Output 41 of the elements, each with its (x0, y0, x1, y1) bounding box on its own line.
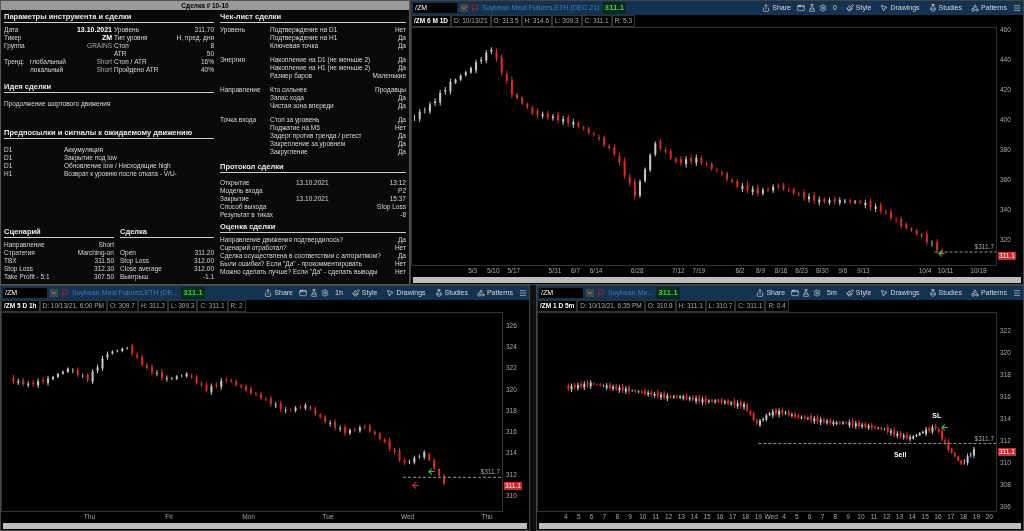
window-icon[interactable] (791, 289, 800, 297)
scrollbar[interactable] (3, 523, 527, 529)
arrow-icon (410, 480, 420, 490)
dropdown-icon[interactable] (50, 289, 58, 297)
flask-icon[interactable] (807, 4, 816, 12)
toolbar-icon (928, 4, 937, 12)
dropdown-icon[interactable] (460, 4, 468, 12)
scrollbar[interactable] (413, 277, 1021, 283)
settings-icon[interactable] (813, 289, 822, 297)
window-icon[interactable] (299, 289, 307, 297)
toolbar-icon (845, 289, 854, 297)
menu-icon[interactable] (1013, 289, 1021, 297)
toolbar-icon (351, 289, 360, 297)
toolbar-icon (476, 289, 485, 297)
toolbar-icon (845, 4, 854, 12)
scrollbar[interactable] (539, 523, 1021, 529)
last-price: 311.1 (602, 2, 627, 14)
toolbar-icon (880, 289, 889, 297)
toolbar-icon (434, 289, 443, 297)
arrow-icon (939, 423, 949, 433)
arrow-icon (936, 248, 946, 258)
settings-icon[interactable] (818, 4, 827, 12)
arrow-icon (426, 466, 436, 476)
settings-icon[interactable] (321, 289, 329, 297)
flask-icon[interactable] (802, 289, 811, 297)
toolbar-icon (970, 4, 979, 12)
toolbar-icon (756, 289, 765, 297)
dropdown-icon[interactable] (586, 289, 594, 297)
flask-icon[interactable] (310, 289, 318, 297)
toolbar-icon (970, 289, 979, 297)
menu-icon[interactable] (1013, 4, 1021, 12)
toolbar-icon (880, 4, 889, 12)
toolbar-icon (762, 4, 771, 12)
menu-icon[interactable] (519, 289, 527, 297)
toolbar-icon (264, 289, 273, 297)
window-icon[interactable] (796, 4, 805, 12)
level-line (934, 251, 996, 253)
last-price: 311.1 (181, 287, 205, 299)
last-price: 311.1 (656, 287, 680, 299)
toolbar-icon (386, 289, 395, 297)
toolbar-icon (928, 289, 937, 297)
